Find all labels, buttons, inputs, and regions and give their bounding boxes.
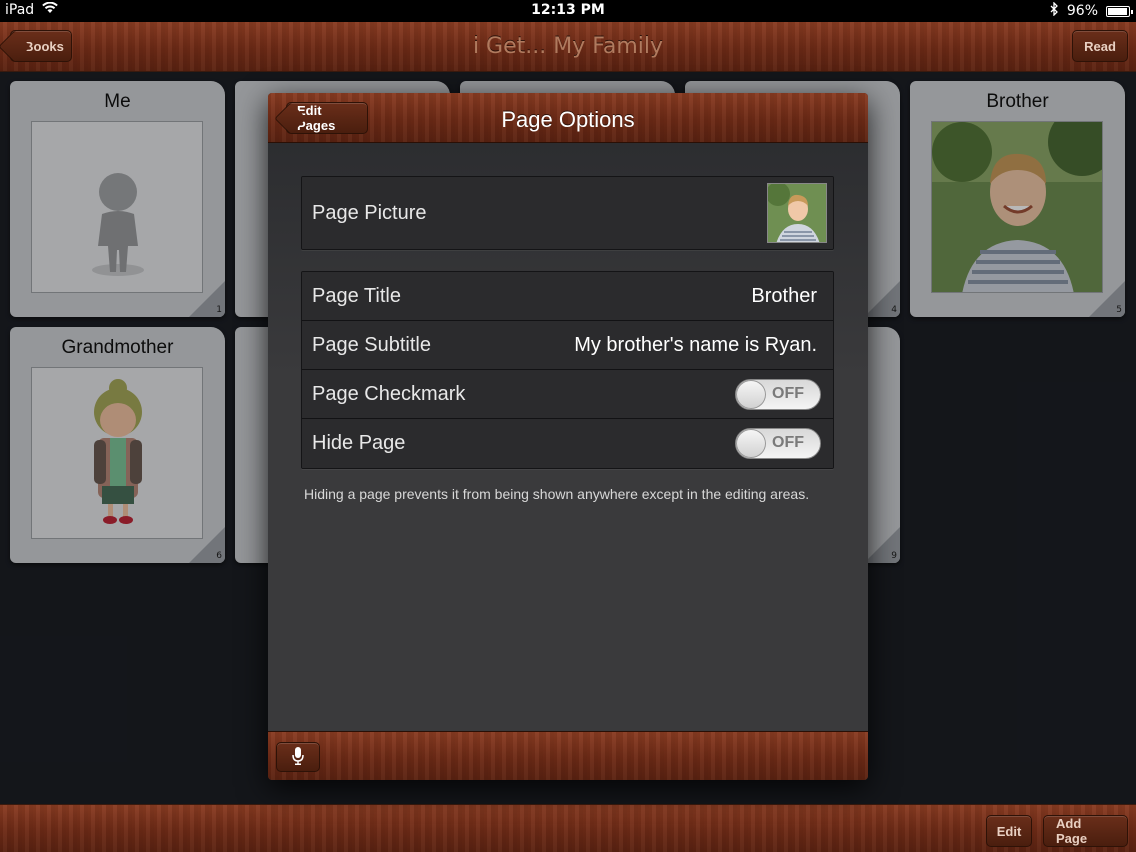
read-button[interactable]: Read bbox=[1072, 30, 1128, 62]
page-checkmark-row: Page Checkmark OFF bbox=[302, 370, 833, 419]
book-title: i Get... My Family bbox=[472, 34, 664, 59]
add-page-button[interactable]: Add Page bbox=[1043, 815, 1128, 847]
person-figure-icon bbox=[92, 173, 144, 276]
microphone-button[interactable] bbox=[276, 742, 320, 772]
page-checkmark-toggle[interactable]: OFF bbox=[735, 379, 821, 410]
hide-page-label: Hide Page bbox=[312, 432, 406, 454]
card-image-placeholder bbox=[31, 121, 203, 293]
toggle-state: OFF bbox=[772, 385, 804, 402]
page-checkmark-label: Page Checkmark bbox=[312, 383, 466, 405]
battery-percent: 96% bbox=[1066, 3, 1098, 19]
microphone-icon bbox=[292, 746, 304, 768]
status-right: 96% bbox=[1050, 1, 1133, 20]
modal-footer bbox=[268, 731, 868, 780]
page-picture-thumbnail[interactable] bbox=[767, 183, 827, 243]
page-options-modal: Edit Pages Page Options Page Picture Pag… bbox=[268, 93, 868, 780]
page-title-value[interactable]: Brother bbox=[751, 285, 817, 308]
card-title: Me bbox=[104, 91, 131, 112]
bluetooth-icon bbox=[1050, 1, 1059, 20]
hide-page-toggle[interactable]: OFF bbox=[735, 428, 821, 459]
page-title-row[interactable]: Page Title Brother bbox=[302, 272, 833, 321]
page-subtitle-label: Page Subtitle bbox=[312, 334, 431, 356]
page-subtitle-value[interactable]: My brother's name is Ryan. bbox=[574, 334, 817, 357]
battery-level bbox=[1108, 7, 1128, 15]
hide-page-row: Hide Page OFF bbox=[302, 419, 833, 468]
page-title-label: Page Title bbox=[312, 285, 401, 307]
page-card-me[interactable]: Me 1 bbox=[10, 81, 225, 317]
modal-body: Page Picture Page Title Brother Page Sub… bbox=[268, 143, 868, 731]
bottom-toolbar: Edit Add Page bbox=[0, 804, 1136, 852]
card-number: 9 bbox=[891, 551, 897, 561]
page-picture-label: Page Picture bbox=[312, 202, 427, 224]
hide-page-footnote: Hiding a page prevents it from being sho… bbox=[304, 486, 810, 502]
page-settings-group: Page Title Brother Page Subtitle My brot… bbox=[301, 271, 834, 469]
card-title: Grandmother bbox=[61, 337, 174, 358]
card-number: 5 bbox=[1116, 305, 1122, 315]
card-photo bbox=[931, 121, 1103, 293]
edit-button[interactable]: Edit bbox=[986, 815, 1032, 847]
grandmother-figure-icon bbox=[94, 379, 142, 524]
top-nav-bar: Books i Get... My Family Read bbox=[0, 22, 1136, 72]
toggle-state: OFF bbox=[772, 434, 804, 451]
card-number: 4 bbox=[891, 305, 897, 315]
card-number: 6 bbox=[216, 551, 222, 561]
clock: 12:13 PM bbox=[531, 2, 605, 18]
page-subtitle-row[interactable]: Page Subtitle My brother's name is Ryan. bbox=[302, 321, 833, 370]
modal-header: Edit Pages Page Options bbox=[268, 93, 868, 143]
page-picture-row[interactable]: Page Picture bbox=[302, 177, 833, 249]
page-card-brother[interactable]: Brother 5 bbox=[910, 81, 1125, 317]
status-bar: iPad 12:13 PM 96% bbox=[0, 0, 1136, 22]
card-image bbox=[31, 367, 203, 539]
toggle-knob bbox=[736, 380, 766, 409]
toggle-knob bbox=[736, 429, 766, 458]
card-title: Brother bbox=[986, 91, 1049, 112]
modal-title: Page Options bbox=[501, 107, 635, 132]
card-number: 1 bbox=[216, 305, 222, 315]
battery-icon bbox=[1106, 5, 1133, 17]
brother-photo bbox=[932, 122, 1102, 292]
picture-group: Page Picture bbox=[301, 176, 834, 250]
page-card-grandmother[interactable]: Grandmother 6 bbox=[10, 327, 225, 563]
